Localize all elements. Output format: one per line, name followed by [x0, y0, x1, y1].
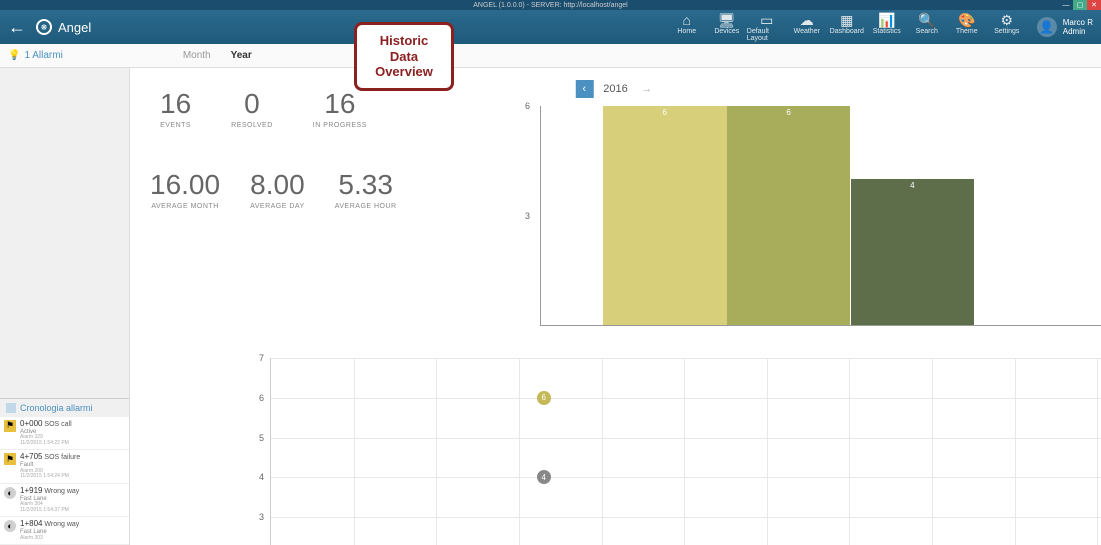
year-nav: ‹ 2016 → — [575, 80, 655, 98]
calendar-icon — [6, 403, 16, 413]
sidebar: Cronologia allarmi ⚑ 0+000 SOS call Acti… — [0, 68, 130, 545]
stat-in-progress: 16IN PROGRESS — [313, 88, 367, 129]
stat-events: 16EVENTS — [160, 88, 191, 129]
devices-icon: 🖥 — [718, 12, 736, 28]
alarm-item[interactable]: ⚑ 4+705 SOS failure Fault Alarm 200 11/2… — [0, 450, 129, 483]
nav-weather[interactable]: ☁Weather — [787, 10, 827, 44]
nav-search[interactable]: 🔍Search — [907, 10, 947, 44]
nav-theme[interactable]: 🎨Theme — [947, 10, 987, 44]
back-button[interactable]: ← — [8, 17, 26, 38]
stat-average-month: 16.00AVERAGE MONTH — [150, 169, 220, 210]
alarm-item[interactable]: ◐ 1+919 Wrong way Fast Lane Alarm 304 11… — [0, 484, 129, 517]
y-tick: 5 — [259, 433, 264, 443]
subbar: 💡 1 Allarmi Month Year — [0, 44, 1101, 68]
user-area[interactable]: 👤 Marco R Admin — [1037, 17, 1093, 37]
nav-devices[interactable]: 🖥Devices — [707, 10, 747, 44]
y-tick: 3 — [259, 512, 264, 522]
bar[interactable]: 4 — [851, 179, 975, 325]
maximize-button[interactable]: ▢ — [1073, 0, 1087, 10]
gridline — [849, 358, 850, 545]
nav-default-layout[interactable]: ▭Default Layout — [747, 10, 787, 44]
close-button[interactable]: ✕ — [1087, 0, 1101, 10]
data-point[interactable]: 6 — [537, 391, 551, 405]
y-tick: 6 — [259, 393, 264, 403]
gridline — [519, 358, 520, 545]
gridline — [684, 358, 685, 545]
alarm-count[interactable]: 💡 1 Allarmi — [8, 50, 63, 61]
settings-icon: ⚙ — [1000, 12, 1013, 28]
minimize-button[interactable]: — — [1059, 0, 1073, 10]
y-tick: 7 — [259, 353, 264, 363]
alarm-icon: ⚑ — [4, 453, 16, 465]
alarm-item[interactable]: ◐ 1+804 Wrong way Fast Lane Alarm 303 — [0, 517, 129, 545]
nav-statistics[interactable]: 📊Statistics — [867, 10, 907, 44]
gridline — [436, 358, 437, 545]
alarm-icon: ◐ — [4, 520, 16, 532]
tab-year[interactable]: Year — [231, 50, 252, 61]
stat-average-hour: 5.33AVERAGE HOUR — [335, 169, 397, 210]
bar[interactable]: 6 — [603, 106, 727, 325]
gridline — [932, 358, 933, 545]
alarm-item[interactable]: ⚑ 0+000 SOS call Active Alarm 329 11/2/2… — [0, 417, 129, 450]
bulb-icon: 💡 — [8, 50, 20, 61]
nav-settings[interactable]: ⚙Settings — [987, 10, 1027, 44]
home-icon: ⌂ — [683, 12, 691, 28]
nav-dashboard[interactable]: ▦Dashboard — [827, 10, 867, 44]
year-next-button[interactable]: → — [638, 80, 656, 98]
nav-home[interactable]: ⌂Home — [667, 10, 707, 44]
app-name: Angel — [58, 20, 91, 35]
gridline — [1097, 358, 1098, 545]
y-tick: 4 — [259, 472, 264, 482]
alarm-icon: ⚑ — [4, 420, 16, 432]
gridline — [354, 358, 355, 545]
theme-icon: 🎨 — [958, 12, 975, 28]
y-tick: 6 — [525, 101, 530, 111]
user-icon: 👤 — [1037, 17, 1057, 37]
user-name: Marco R — [1063, 18, 1093, 27]
logo[interactable]: ❋ Angel — [36, 19, 91, 35]
weather-icon: ☁ — [800, 12, 814, 28]
tab-month[interactable]: Month — [183, 50, 211, 61]
search-icon: 🔍 — [918, 12, 935, 28]
gridline — [271, 517, 1101, 518]
default layout-icon: ▭ — [760, 12, 773, 28]
gridline — [271, 438, 1101, 439]
gridline — [767, 358, 768, 545]
year-prev-button[interactable]: ‹ — [575, 80, 593, 98]
window-title: ANGEL (1.0.0.0) - SERVER: http://localho… — [0, 2, 1101, 9]
stat-resolved: 0RESOLVED — [231, 88, 273, 129]
topbar: ← ❋ Angel ⌂Home🖥Devices▭Default Layout☁W… — [0, 10, 1101, 44]
logo-icon: ❋ — [36, 19, 52, 35]
bar[interactable]: 6 — [727, 106, 851, 325]
annotation-callout: Historic Data Overview — [354, 22, 454, 91]
user-role: Admin — [1063, 27, 1093, 36]
cronologia-header[interactable]: Cronologia allarmi — [0, 398, 129, 417]
content: ‹ 2016 → 16EVENTS0RESOLVED16IN PROGRESS … — [130, 68, 1101, 545]
gridline — [602, 358, 603, 545]
gridline — [271, 398, 1101, 399]
statistics-icon: 📊 — [878, 12, 895, 28]
bar-chart: 36664 — [540, 106, 1101, 326]
data-point[interactable]: 4 — [537, 470, 551, 484]
line-chart: 23456764 — [270, 358, 1101, 545]
y-tick: 3 — [525, 211, 530, 221]
stat-average-day: 8.00AVERAGE DAY — [250, 169, 305, 210]
year-value: 2016 — [603, 83, 627, 95]
gridline — [271, 358, 1101, 359]
gridline — [1015, 358, 1016, 545]
gridline — [271, 477, 1101, 478]
dashboard-icon: ▦ — [840, 12, 853, 28]
alarm-icon: ◐ — [4, 487, 16, 499]
